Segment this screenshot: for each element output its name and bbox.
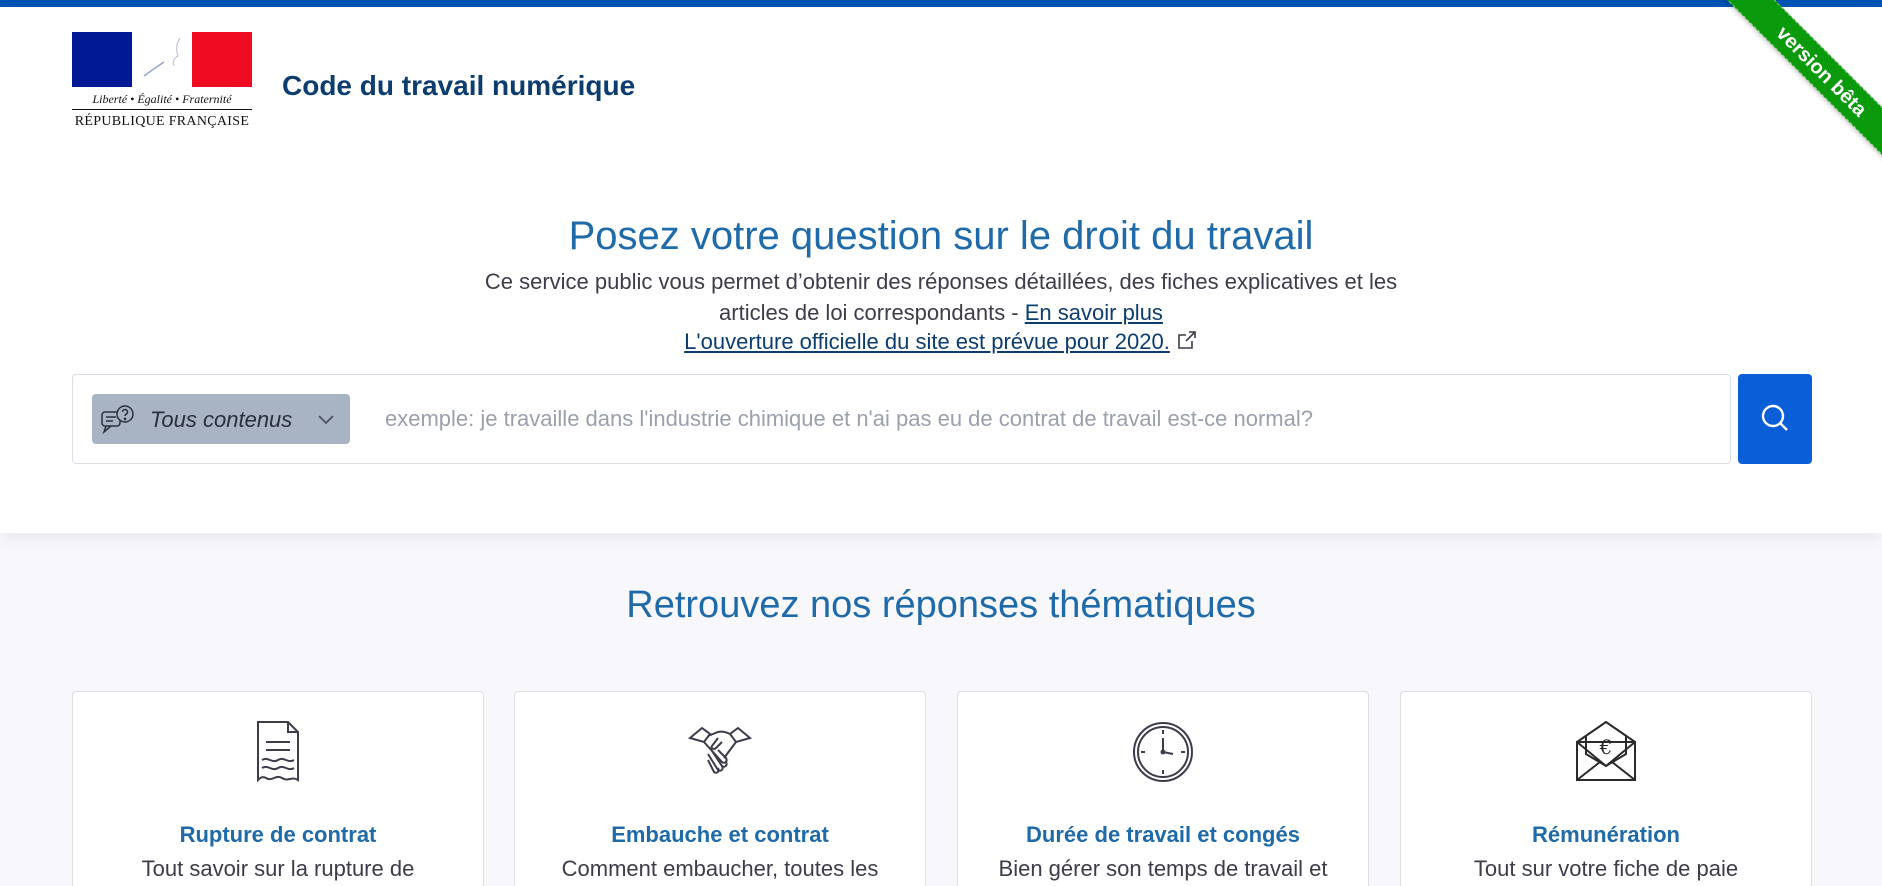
- theme-card-title: Rémunération: [1532, 822, 1680, 847]
- theme-card-title: Embauche et contrat: [611, 822, 829, 847]
- theme-card-title: Durée de travail et congés: [1026, 822, 1300, 847]
- opening-notice: L'ouverture officielle du site est prévu…: [0, 329, 1882, 357]
- theme-card-rupture[interactable]: Rupture de contrat Tout savoir sur la ru…: [72, 691, 484, 886]
- opening-notice-link[interactable]: L'ouverture officielle du site est prévu…: [684, 329, 1170, 354]
- euro-envelope-icon: €: [1574, 720, 1638, 787]
- theme-card-description: Comment embaucher, toutes les: [561, 856, 879, 881]
- search-icon: [1760, 403, 1790, 436]
- svg-text:€: €: [1599, 735, 1613, 759]
- chevron-down-icon: [316, 411, 336, 432]
- theme-card-duree[interactable]: Durée de travail et congés Bien gérer so…: [957, 691, 1369, 886]
- content-filter-label: Tous contenus: [150, 407, 293, 432]
- search-input[interactable]: [373, 394, 1713, 444]
- handshake-icon: [687, 720, 753, 785]
- beta-ribbon-container: version bêta: [1682, 0, 1882, 200]
- hero-description: Ce service public vous permet d’obtenir …: [471, 266, 1411, 328]
- logo-divider: [72, 109, 252, 110]
- site-title-link[interactable]: Code du travail numérique: [282, 70, 635, 102]
- theme-card-description: Bien gérer son temps de travail et: [998, 856, 1328, 881]
- question-bubble-icon: [100, 404, 136, 439]
- theme-card-description: Tout sur votre fiche de paie: [1473, 856, 1739, 881]
- logo-country-name: RÉPUBLIQUE FRANÇAISE: [74, 114, 250, 129]
- hero-title: Posez votre question sur le droit du tra…: [568, 214, 1314, 258]
- learn-more-link[interactable]: En savoir plus: [1025, 300, 1163, 325]
- beta-ribbon: version bêta: [1703, 0, 1882, 190]
- marianne-flag-icon: [72, 32, 252, 87]
- search-bar: Tous contenus: [72, 374, 1731, 464]
- clock-icon: [1131, 720, 1195, 789]
- theme-card-embauche[interactable]: Embauche et contrat Comment embaucher, t…: [514, 691, 926, 886]
- content-filter-select[interactable]: Tous contenus: [92, 394, 350, 444]
- hero-description-text: Ce service public vous permet d’obtenir …: [484, 269, 1398, 325]
- document-icon: [248, 720, 308, 789]
- top-accent-bar: [0, 0, 1882, 7]
- theme-card-remuneration[interactable]: € Rémunération Tout sur votre fiche de p…: [1400, 691, 1812, 886]
- theme-card-description: Tout savoir sur la rupture de: [141, 856, 415, 881]
- themes-section-title: Retrouvez nos réponses thématiques: [626, 584, 1256, 626]
- theme-card-title: Rupture de contrat: [179, 822, 377, 847]
- logo-motto: Liberté • Égalité • Fraternité: [92, 92, 232, 106]
- external-link-icon: [1176, 329, 1198, 357]
- republique-francaise-logo[interactable]: Liberté • Égalité • Fraternité RÉPUBLIQU…: [72, 32, 252, 136]
- search-button[interactable]: [1738, 374, 1812, 464]
